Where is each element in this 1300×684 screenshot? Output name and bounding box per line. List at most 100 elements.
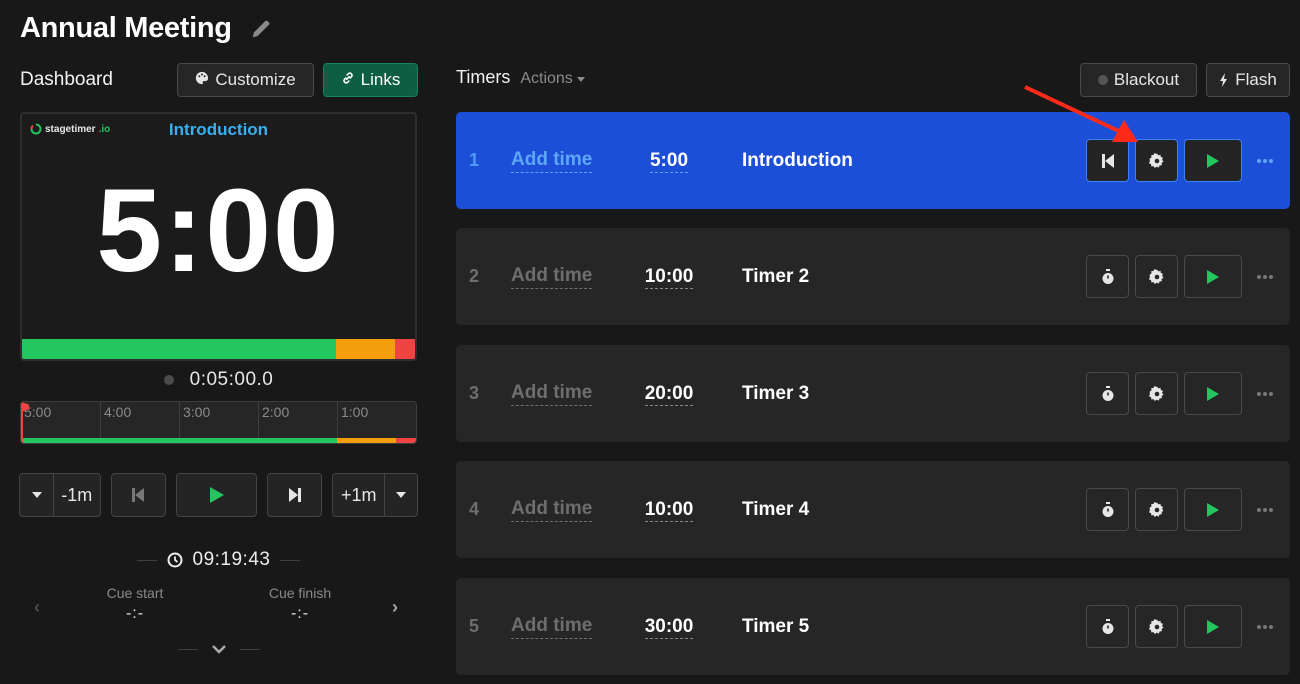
add-time-link[interactable]: Add time: [511, 498, 593, 522]
timer-duration[interactable]: 30:00: [629, 615, 709, 639]
links-button[interactable]: Links: [323, 63, 418, 97]
more-options-icon[interactable]: [1257, 274, 1273, 279]
reset-button[interactable]: [1086, 139, 1129, 182]
add-time-link[interactable]: Add time: [511, 265, 593, 289]
timer-settings-button[interactable]: [1135, 255, 1178, 298]
timer-play-button[interactable]: [1184, 488, 1242, 531]
blackout-label: Blackout: [1113, 70, 1180, 89]
chevron-left-icon[interactable]: ‹: [34, 597, 40, 618]
next-button[interactable]: [266, 473, 323, 517]
blackout-button[interactable]: Blackout: [1080, 63, 1197, 97]
caret-down-icon: [31, 492, 42, 498]
transport-controls: -1m +1m: [19, 473, 418, 517]
progress-orange: [336, 339, 396, 359]
select-timer-button[interactable]: [1086, 488, 1129, 531]
timer-row[interactable]: 2 Add time 10:00 Timer 2: [456, 228, 1290, 325]
stopwatch-icon: [1102, 501, 1113, 517]
more-options-icon[interactable]: [1257, 158, 1273, 163]
progress-green: [22, 339, 337, 359]
wall-clock: 09:19:43: [192, 549, 271, 570]
timer-row[interactable]: 1 Add time 5:00 Introduction: [456, 112, 1290, 209]
stopwatch-icon: [1102, 385, 1113, 401]
flash-button[interactable]: Flash: [1206, 63, 1290, 97]
duration-text: 30:00: [644, 615, 694, 639]
preview-title: Introduction: [168, 120, 269, 139]
timer-settings-button[interactable]: [1135, 139, 1178, 182]
timer-name[interactable]: Timer 2: [742, 266, 809, 288]
chevron-down-icon[interactable]: [211, 645, 226, 654]
elapsed-row: 0:05:00.0: [20, 369, 417, 391]
lightning-icon: [1220, 73, 1228, 87]
timer-row[interactable]: 3 Add time 20:00 Timer 3: [456, 345, 1290, 442]
duration-text: 10:00: [644, 265, 694, 289]
add-time-link[interactable]: Add time: [511, 615, 593, 639]
select-timer-button[interactable]: [1086, 605, 1129, 648]
blackout-dot-icon: [1097, 75, 1108, 85]
top-buttons: Blackout Flash: [1080, 63, 1290, 97]
timer-actions: [1086, 605, 1242, 648]
add-dropdown-button[interactable]: [383, 474, 417, 516]
cue-start-value: -:-: [125, 605, 145, 622]
cue-finish-label: Cue finish: [268, 585, 332, 601]
skip-back-icon: [132, 488, 145, 502]
elapsed-time: 0:05:00.0: [189, 369, 274, 390]
timer-play-button[interactable]: [1184, 255, 1242, 298]
title-row: Annual Meeting: [20, 12, 272, 45]
playhead-flag[interactable]: [21, 402, 23, 443]
link-icon: [341, 70, 355, 90]
timer-duration[interactable]: 5:00: [629, 149, 709, 173]
timer-name[interactable]: Introduction: [742, 150, 853, 172]
subtract-dropdown-button[interactable]: [20, 474, 53, 516]
tick-label: 1:00: [337, 402, 368, 438]
status-dot: [163, 375, 174, 385]
play-button[interactable]: [176, 473, 257, 517]
pencil-icon[interactable]: [250, 18, 272, 40]
timer-duration[interactable]: 10:00: [629, 498, 709, 522]
timer-actions: [1086, 372, 1242, 415]
timer-settings-button[interactable]: [1135, 605, 1178, 648]
customize-button[interactable]: Customize: [177, 63, 314, 97]
caret-down-icon: [395, 492, 406, 498]
select-timer-button[interactable]: [1086, 255, 1129, 298]
timer-row[interactable]: 5 Add time 30:00 Timer 5: [456, 578, 1290, 675]
add-minute-button[interactable]: +1m: [333, 474, 384, 516]
more-options-icon[interactable]: [1257, 507, 1273, 512]
add-time-link[interactable]: Add time: [511, 149, 593, 173]
timer-duration[interactable]: 10:00: [629, 265, 709, 289]
add-time-link[interactable]: Add time: [511, 382, 593, 406]
more-options-icon[interactable]: [1257, 391, 1273, 396]
duration-text: 20:00: [644, 382, 694, 406]
timer-name[interactable]: Timer 5: [742, 616, 809, 638]
timer-actions: [1086, 139, 1242, 182]
timer-row[interactable]: 4 Add time 10:00 Timer 4: [456, 461, 1290, 558]
scrub-green: [21, 438, 337, 443]
gear-icon: [1148, 618, 1163, 634]
subtract-minute-button[interactable]: -1m: [53, 474, 100, 516]
timer-duration[interactable]: 20:00: [629, 382, 709, 406]
chevron-right-icon[interactable]: ›: [392, 597, 398, 618]
timer-play-button[interactable]: [1184, 139, 1242, 182]
cue-start-label: Cue start: [106, 585, 164, 601]
gear-icon: [1148, 152, 1163, 168]
divider: [177, 649, 198, 650]
play-icon: [1207, 386, 1219, 401]
more-options-icon[interactable]: [1257, 624, 1273, 629]
skip-back-icon: [1101, 153, 1114, 168]
timer-name[interactable]: Timer 3: [742, 383, 809, 405]
actions-dropdown[interactable]: Actions: [520, 70, 585, 88]
timer-settings-button[interactable]: [1135, 372, 1178, 415]
add-time-group: +1m: [332, 473, 418, 517]
divider: [239, 649, 260, 650]
scrubber-progress: [21, 438, 416, 443]
timer-name[interactable]: Timer 4: [742, 499, 809, 521]
timer-play-button[interactable]: [1184, 605, 1242, 648]
clock-row: 09:19:43: [20, 549, 417, 571]
timeline-scrubber[interactable]: 5:00 4:00 3:00 2:00 1:00: [20, 401, 417, 444]
timer-number: 5: [469, 616, 480, 636]
play-icon: [1207, 502, 1219, 517]
select-timer-button[interactable]: [1086, 372, 1129, 415]
timer-settings-button[interactable]: [1135, 488, 1178, 531]
timer-play-button[interactable]: [1184, 372, 1242, 415]
tick-label: 4:00: [100, 402, 131, 438]
previous-button[interactable]: [110, 473, 167, 517]
